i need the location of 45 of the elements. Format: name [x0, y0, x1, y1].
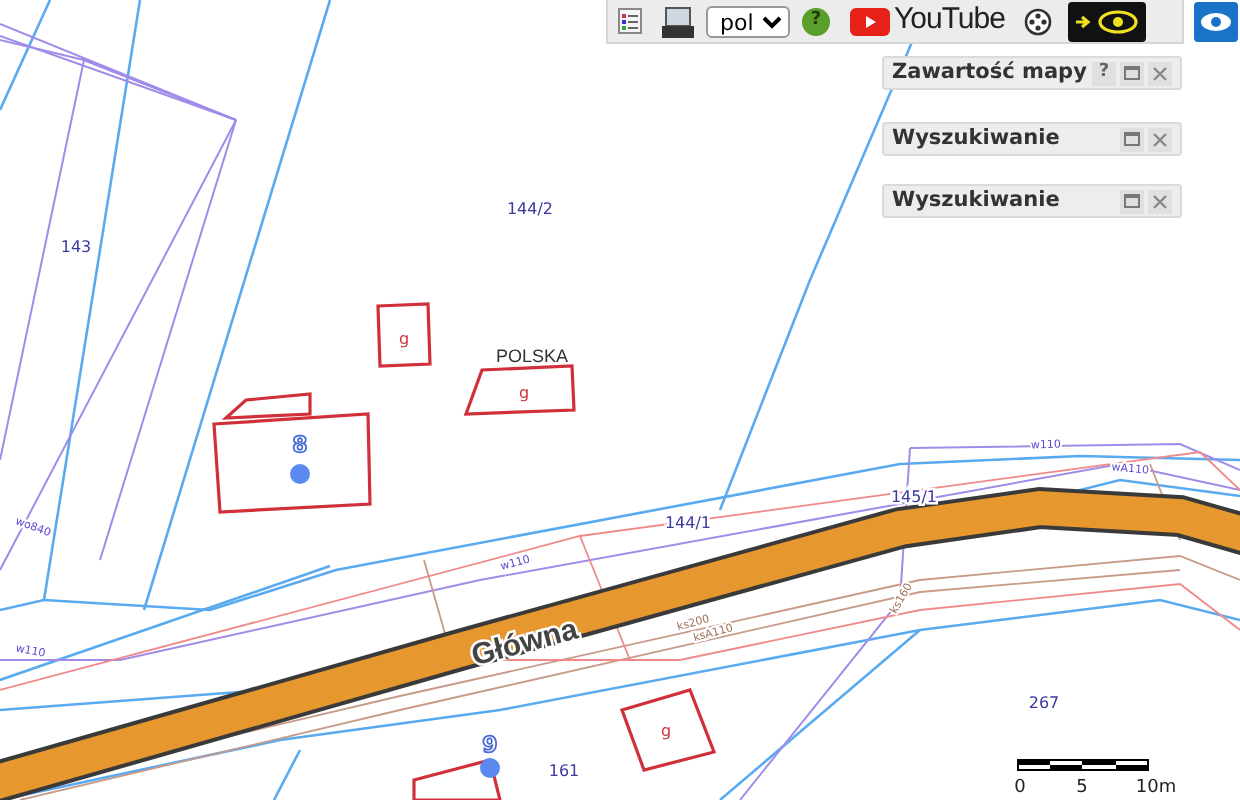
scale-bar — [1017, 759, 1149, 771]
view-toggle-button[interactable] — [1068, 1, 1147, 41]
panel-header[interactable]: Wyszukiwanie — [882, 122, 1182, 156]
building-label: g — [518, 384, 530, 402]
play-icon[interactable] — [850, 7, 890, 35]
visibility-button[interactable] — [1194, 2, 1238, 42]
maximize-button[interactable] — [1120, 61, 1144, 85]
building-label: g — [660, 722, 672, 740]
address-number: 8 — [292, 432, 308, 458]
help-button[interactable]: ? — [1092, 61, 1116, 85]
scale-label: 0 — [1014, 778, 1026, 798]
address-point-icon — [290, 464, 310, 484]
building-outline — [412, 758, 503, 800]
panel-header[interactable]: Zawartość mapy ? — [882, 56, 1182, 90]
monitor-icon[interactable] — [662, 5, 694, 37]
arrow-icon[interactable] — [1076, 13, 1093, 29]
parcel-number: 143 — [60, 238, 92, 256]
close-button[interactable] — [1148, 189, 1172, 213]
building-outline — [463, 364, 576, 416]
panel-title: Wyszukiwanie — [892, 185, 1062, 216]
maximize-button[interactable] — [1120, 189, 1144, 213]
help-button[interactable]: ? — [802, 7, 830, 35]
maximize-button[interactable] — [1120, 127, 1144, 151]
language-select[interactable]: pol — [706, 5, 790, 37]
building-outline — [619, 688, 717, 772]
close-button[interactable] — [1148, 61, 1172, 85]
address-point-icon — [480, 758, 500, 778]
parcel-number: 267 — [1028, 694, 1060, 712]
close-button[interactable] — [1148, 127, 1172, 151]
scale-label: 5 — [1076, 778, 1088, 798]
youtube-link[interactable]: YouTube — [894, 0, 1005, 44]
panel-title: Wyszukiwanie — [892, 123, 1062, 154]
parcel-number: 144/2 — [506, 200, 554, 218]
parcel-number: 161 — [548, 762, 580, 780]
address-number: 9 — [482, 732, 498, 758]
eye-icon[interactable] — [1098, 9, 1139, 33]
panel-title: Zawartość mapy — [892, 57, 1088, 88]
street-name: Główna — [468, 612, 582, 674]
building-label: g — [398, 330, 410, 348]
scale-label: 10m — [1135, 778, 1177, 798]
panel-header[interactable]: Wyszukiwanie — [882, 184, 1182, 218]
building-outline — [376, 302, 432, 368]
place-name: POLSKA — [495, 346, 569, 366]
film-reel-icon[interactable] — [1024, 7, 1053, 35]
legend-icon[interactable] — [618, 8, 642, 34]
